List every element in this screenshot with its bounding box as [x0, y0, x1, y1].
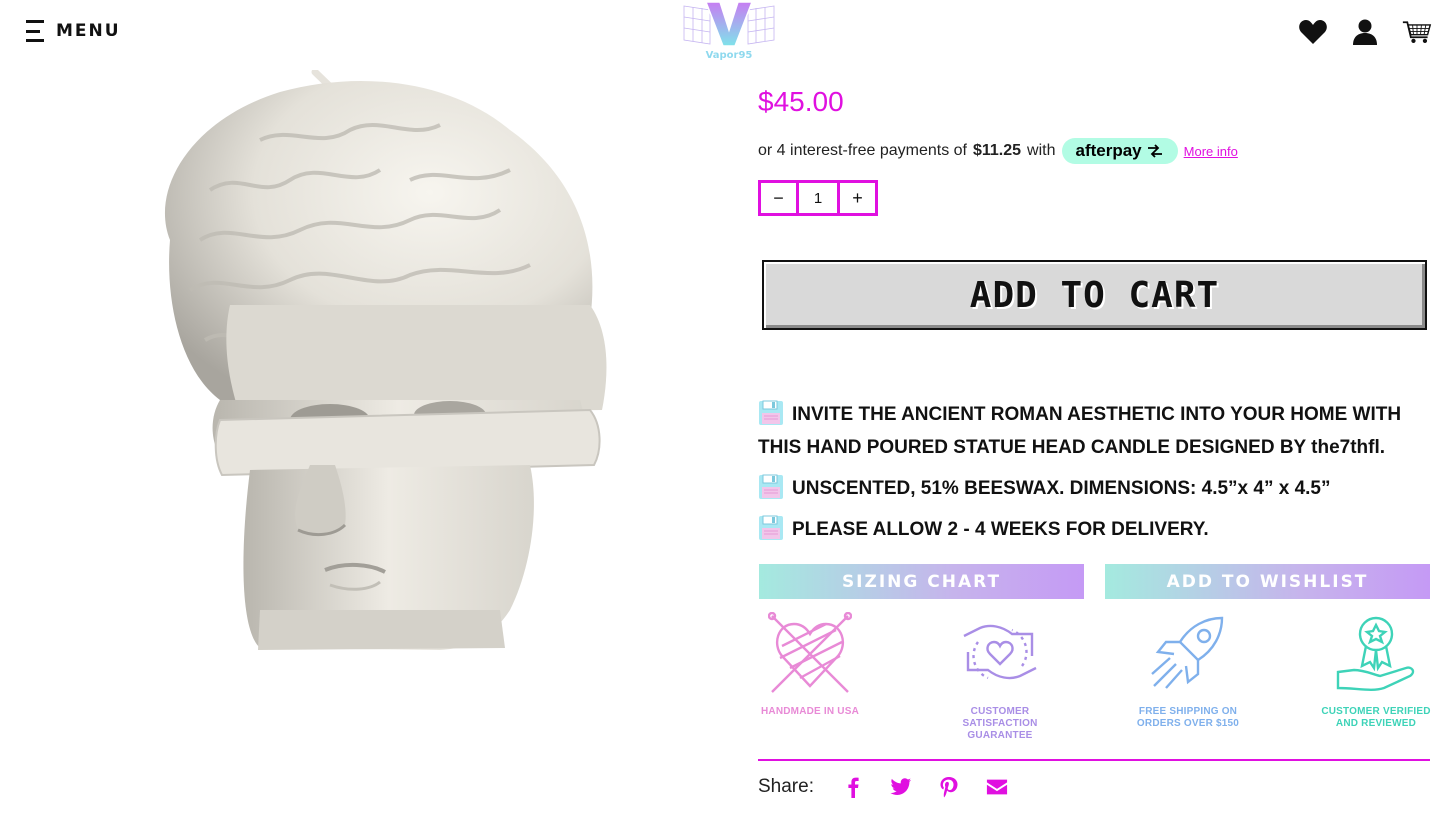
description-line: UNSCENTED, 51% BEESWAX. DIMENSIONS: 4.5”… — [758, 472, 1418, 505]
quantity-increase-button[interactable]: + — [840, 183, 875, 213]
award-ribbon-icon — [1336, 616, 1415, 691]
sizing-chart-button[interactable]: SIZING CHART — [759, 564, 1084, 599]
email-icon[interactable] — [986, 776, 1008, 798]
product-price: $45.00 — [758, 86, 844, 117]
share-divider — [758, 759, 1430, 761]
badge-free-shipping: FREE SHIPPING ON ORDERS OVER $150 — [1128, 612, 1248, 730]
badge-label: HANDMADE IN USA — [761, 706, 859, 717]
yarn-heart-icon — [768, 612, 852, 693]
afterpay-arrows-icon — [1147, 144, 1162, 158]
quantity-input[interactable]: 1 — [796, 183, 840, 213]
product-description: INVITE THE ANCIENT ROMAN AESTHETIC INTO … — [758, 398, 1418, 554]
floppy-disk-icon — [759, 515, 783, 540]
product-image-statue-candle[interactable] — [110, 70, 630, 670]
description-text-3: PLEASE ALLOW 2 - 4 WEEKS FOR DELIVERY. — [792, 519, 1209, 540]
trust-badges: HANDMADE IN USA CUSTOMER SATISFACTION GU… — [758, 612, 1430, 742]
floppy-disk-icon — [759, 474, 783, 499]
description-text-2: UNSCENTED, 51% BEESWAX. DIMENSIONS: 4.5”… — [792, 478, 1331, 499]
facebook-icon[interactable] — [842, 776, 864, 798]
badge-label: CUSTOMER SATISFACTION GUARANTEE — [962, 706, 1038, 741]
menu-label: MENU — [56, 21, 121, 41]
badge-handmade: HANDMADE IN USA — [750, 612, 870, 718]
menu-button[interactable]: MENU — [26, 20, 121, 42]
heart-icon[interactable] — [1298, 18, 1328, 46]
description-text-1: INVITE THE ANCIENT ROMAN AESTHETIC INTO … — [758, 404, 1402, 458]
quantity-decrease-button[interactable]: − — [761, 183, 796, 213]
twitter-icon[interactable] — [890, 776, 912, 798]
account-icon[interactable] — [1350, 18, 1380, 46]
description-line: INVITE THE ANCIENT ROMAN AESTHETIC INTO … — [758, 398, 1418, 464]
add-to-wishlist-button[interactable]: ADD TO WISHLIST — [1105, 564, 1430, 599]
pinterest-icon[interactable] — [938, 776, 960, 798]
floppy-disk-icon — [759, 400, 783, 425]
afterpay-badge: afterpay — [1061, 138, 1178, 164]
cart-icon[interactable] — [1402, 18, 1432, 46]
afterpay-more-info-link[interactable]: More info — [1184, 144, 1238, 159]
vapor95-logo[interactable]: Vapor95 — [680, 0, 778, 64]
add-to-cart-label: ADD TO CART — [969, 274, 1220, 316]
afterpay-brand: afterpay — [1075, 141, 1142, 160]
badge-label: CUSTOMER VERIFIED AND REVIEWED — [1321, 706, 1431, 729]
hands-heart-icon — [963, 624, 1037, 680]
badge-satisfaction: CUSTOMER SATISFACTION GUARANTEE — [940, 612, 1060, 742]
header-icons — [1298, 18, 1432, 46]
share-bar: Share: — [758, 776, 1008, 798]
add-to-cart-button[interactable]: ADD TO CART — [762, 260, 1427, 330]
rocket-icon — [1151, 616, 1224, 689]
share-label: Share: — [758, 776, 814, 797]
quantity-stepper: − 1 + — [758, 180, 878, 216]
badge-verified: CUSTOMER VERIFIED AND REVIEWED — [1316, 612, 1436, 730]
description-line: PLEASE ALLOW 2 - 4 WEEKS FOR DELIVERY. — [758, 513, 1418, 546]
badge-label: FREE SHIPPING ON ORDERS OVER $150 — [1136, 706, 1240, 729]
logo-text: Vapor95 — [706, 50, 753, 61]
hamburger-icon — [26, 20, 44, 42]
afterpay-line: or 4 interest-free payments of $11.25 wi… — [758, 138, 1238, 164]
afterpay-with: with — [1027, 142, 1056, 159]
afterpay-amount: $11.25 — [972, 142, 1022, 159]
afterpay-prefix: or 4 interest-free payments of — [758, 142, 967, 159]
